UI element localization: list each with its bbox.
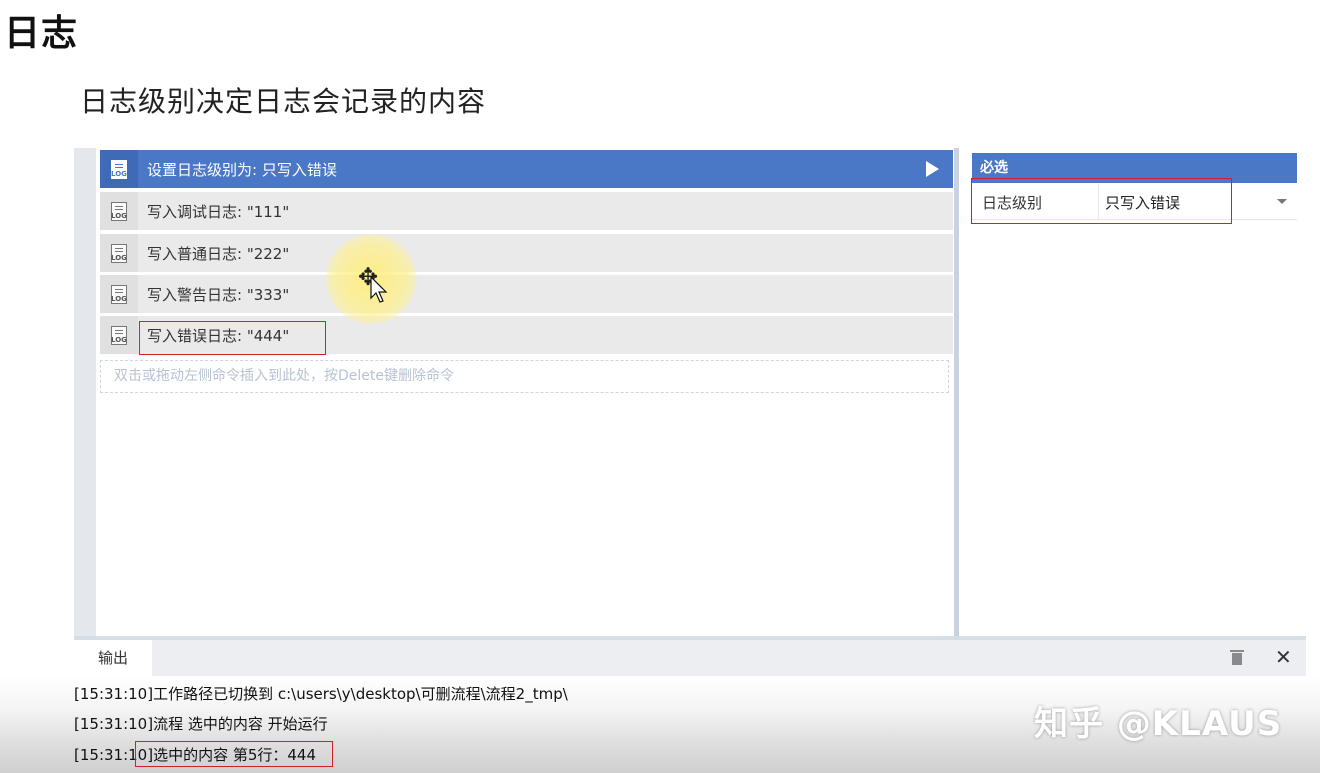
command-row-warning-log[interactable]: LOG 写入警告日志: "333" <box>100 275 953 313</box>
log-icon: LOG <box>100 192 138 230</box>
command-label: 写入警告日志: "333" <box>147 285 290 304</box>
command-drop-zone[interactable]: 双击或拖动左侧命令插入到此处，按Delete键删除命令 <box>100 360 949 393</box>
editor-gutter <box>74 148 96 638</box>
command-label: 写入普通日志: "222" <box>147 244 290 263</box>
log-icon: LOG <box>100 234 138 272</box>
log-icon: LOG <box>100 275 138 313</box>
watermark: 知乎 @KLAUS <box>1034 704 1283 744</box>
command-row-debug-log[interactable]: LOG 写入调试日志: "111" <box>100 192 953 230</box>
close-icon[interactable]: ✕ <box>1275 646 1292 668</box>
output-line: [15:31:10]流程 选中的内容 开始运行 <box>74 715 328 733</box>
log-level-highlight-box <box>971 178 1232 224</box>
page-title: 日志 <box>4 13 79 54</box>
page-subtitle: 日志级别决定日志会记录的内容 <box>80 85 487 118</box>
tab-output[interactable]: 输出 <box>74 640 152 676</box>
mouse-pointer-icon <box>370 276 388 303</box>
log-icon: LOG <box>100 316 138 354</box>
command-row-set-log-level[interactable]: LOG 设置日志级别为: 只写入错误 <box>100 150 953 188</box>
output-result-highlight-box <box>135 741 333 767</box>
chevron-down-icon[interactable] <box>1277 199 1287 204</box>
output-tabbar <box>74 640 1306 676</box>
command-label: 设置日志级别为: 只写入错误 <box>147 160 337 179</box>
error-log-highlight-box <box>139 321 326 355</box>
command-label: 写入调试日志: "111" <box>147 202 290 221</box>
log-settings-icon: LOG <box>100 150 138 188</box>
run-command-icon[interactable] <box>926 161 939 177</box>
command-row-info-log[interactable]: LOG 写入普通日志: "222" <box>100 234 953 272</box>
output-line: [15:31:10]工作路径已切换到 c:\users\y\desktop\可删… <box>74 685 568 703</box>
trash-icon[interactable] <box>1230 650 1244 665</box>
